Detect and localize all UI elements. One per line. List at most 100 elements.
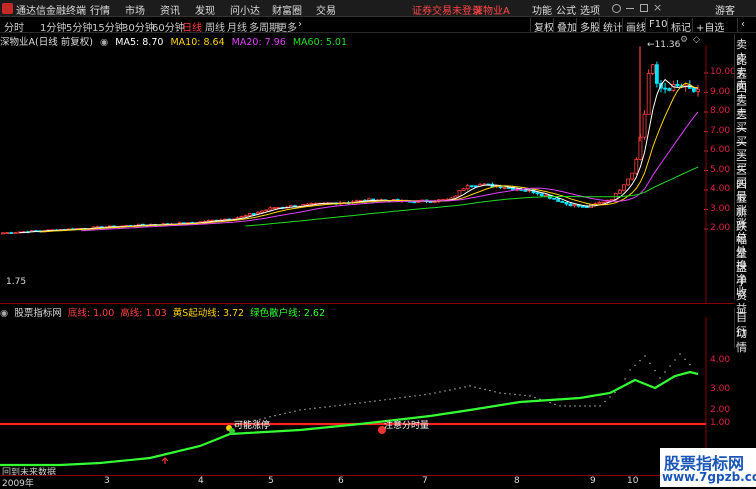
candle-body xyxy=(675,84,680,87)
candle-body xyxy=(13,232,18,234)
candle-body xyxy=(572,204,577,207)
ind-dot xyxy=(529,395,531,397)
auto-quote-label[interactable]: 行情 xyxy=(736,323,756,355)
ind-dot xyxy=(434,392,436,394)
login-status[interactable]: 证券交易未登录 xyxy=(412,2,482,17)
price-axis-label: 4.00 xyxy=(710,184,731,194)
period-30min[interactable]: 30分钟 xyxy=(122,19,155,34)
ind-dot xyxy=(509,393,511,395)
ind-dot xyxy=(474,386,476,388)
ind-dot xyxy=(574,405,576,407)
ind-dot xyxy=(664,371,666,373)
candle-body xyxy=(523,189,528,192)
candle-body xyxy=(654,64,659,84)
ind-dot xyxy=(669,365,671,367)
ind-dot xyxy=(339,404,341,407)
ind-dot xyxy=(459,387,461,389)
ind-dot xyxy=(589,405,591,407)
minimize-icon[interactable] xyxy=(626,8,634,9)
candle-body xyxy=(597,202,602,205)
peak-price-label: ←11.36 xyxy=(647,40,681,51)
pane-divider[interactable] xyxy=(0,303,734,304)
candle-body xyxy=(646,73,651,115)
user-icon[interactable] xyxy=(612,4,621,13)
ind-dot xyxy=(329,405,331,408)
ma10-line xyxy=(39,82,699,233)
ind-dot xyxy=(639,359,641,362)
period-multi[interactable]: 多周期 xyxy=(249,19,279,34)
menu-zixun[interactable]: 资讯 xyxy=(160,2,180,17)
period-more[interactable]: 更多 xyxy=(277,19,297,34)
menu-gongshi[interactable]: 公式 xyxy=(556,2,576,17)
ind-dot xyxy=(429,393,431,395)
period-15min[interactable]: 15分钟 xyxy=(92,19,125,34)
candle-body xyxy=(535,192,540,195)
menu-hangqing[interactable]: 行情 xyxy=(90,2,110,17)
candle-body xyxy=(412,201,417,204)
candle-body xyxy=(580,205,585,208)
ma-info-line: 深物业A(日线 前复权) ◉ MA5: 8.70 MA10: 8.64 MA20… xyxy=(0,34,351,48)
candle-body xyxy=(626,178,630,186)
ind-dot xyxy=(629,369,631,371)
price-chart[interactable] xyxy=(0,46,734,304)
menu-xuanxiang[interactable]: 选项 xyxy=(580,2,600,17)
ind-dot xyxy=(389,398,391,400)
close-icon[interactable]: × xyxy=(653,1,662,14)
tool-biaoji[interactable]: 标记 xyxy=(667,18,694,34)
more-arrow-icon[interactable]: › xyxy=(298,19,302,30)
ind-dot xyxy=(684,358,686,361)
date-label: 3 xyxy=(104,476,110,486)
stock-name: 深物业A xyxy=(473,6,510,17)
price-axis-label: 5.00 xyxy=(710,164,731,175)
right-auto-panel: 自动 行情 xyxy=(734,308,756,354)
period-daily[interactable]: 日线 xyxy=(182,19,202,34)
user-name[interactable]: 游客 xyxy=(715,2,735,17)
candle-body xyxy=(663,87,668,90)
candle-body xyxy=(251,213,256,216)
ind-dot xyxy=(689,363,691,366)
period-weekly[interactable]: 周线 xyxy=(205,19,225,34)
ind-dot xyxy=(604,400,606,403)
ind-dot xyxy=(349,403,351,405)
indicator-chart[interactable] xyxy=(0,318,734,475)
ind-dot xyxy=(614,391,616,394)
ind-dot xyxy=(379,399,381,402)
period-monthly[interactable]: 月线 xyxy=(227,19,247,34)
collapse-icon[interactable]: ◇ xyxy=(693,35,700,45)
watermark-logo: 股票指标网 www.7gpzb.com xyxy=(660,448,756,487)
ind-dot xyxy=(294,410,296,412)
menu-caifuquan[interactable]: 财富圈 xyxy=(272,2,302,17)
candle-body xyxy=(457,190,462,197)
ind-dot xyxy=(284,412,286,415)
maximize-icon[interactable] xyxy=(640,4,648,12)
menu-faxian[interactable]: 发现 xyxy=(195,2,215,17)
settings-icon[interactable]: ⚙ xyxy=(680,35,688,45)
candle-body xyxy=(239,216,244,219)
ind-dot xyxy=(324,406,326,408)
period-60min[interactable]: 60分钟 xyxy=(152,19,185,34)
date-label: 4 xyxy=(198,476,204,486)
ind-dot xyxy=(599,405,601,407)
ind-dot xyxy=(309,408,311,410)
candle-body xyxy=(696,88,700,92)
ind-dot xyxy=(489,389,491,392)
candle-body xyxy=(502,186,507,189)
menu-jiaoyi[interactable]: 交易 xyxy=(316,2,336,17)
ind-axis-label: 4.00 xyxy=(710,355,731,365)
menu-shichang[interactable]: 市场 xyxy=(125,2,145,17)
menu-wenxiaoda[interactable]: 问小达 xyxy=(230,2,260,17)
ind-dot xyxy=(404,396,406,398)
period-5min[interactable]: 5分钟 xyxy=(66,19,92,34)
nav-arrow-icon[interactable]: ‹ xyxy=(737,18,748,32)
tool-zixuan[interactable]: +自选 xyxy=(692,18,727,34)
period-1min[interactable]: 1分钟 xyxy=(40,19,66,34)
price-axis-label: 6.00 xyxy=(710,145,731,155)
candle-body xyxy=(469,185,474,188)
period-fenshi[interactable]: 分时 xyxy=(4,19,24,34)
candle-body xyxy=(539,193,544,197)
app-logo-icon xyxy=(2,3,13,14)
candle-body xyxy=(5,232,10,234)
ind-dot xyxy=(569,405,571,407)
menu-gongneng[interactable]: 功能 xyxy=(532,2,552,17)
ind-dot xyxy=(484,388,486,391)
